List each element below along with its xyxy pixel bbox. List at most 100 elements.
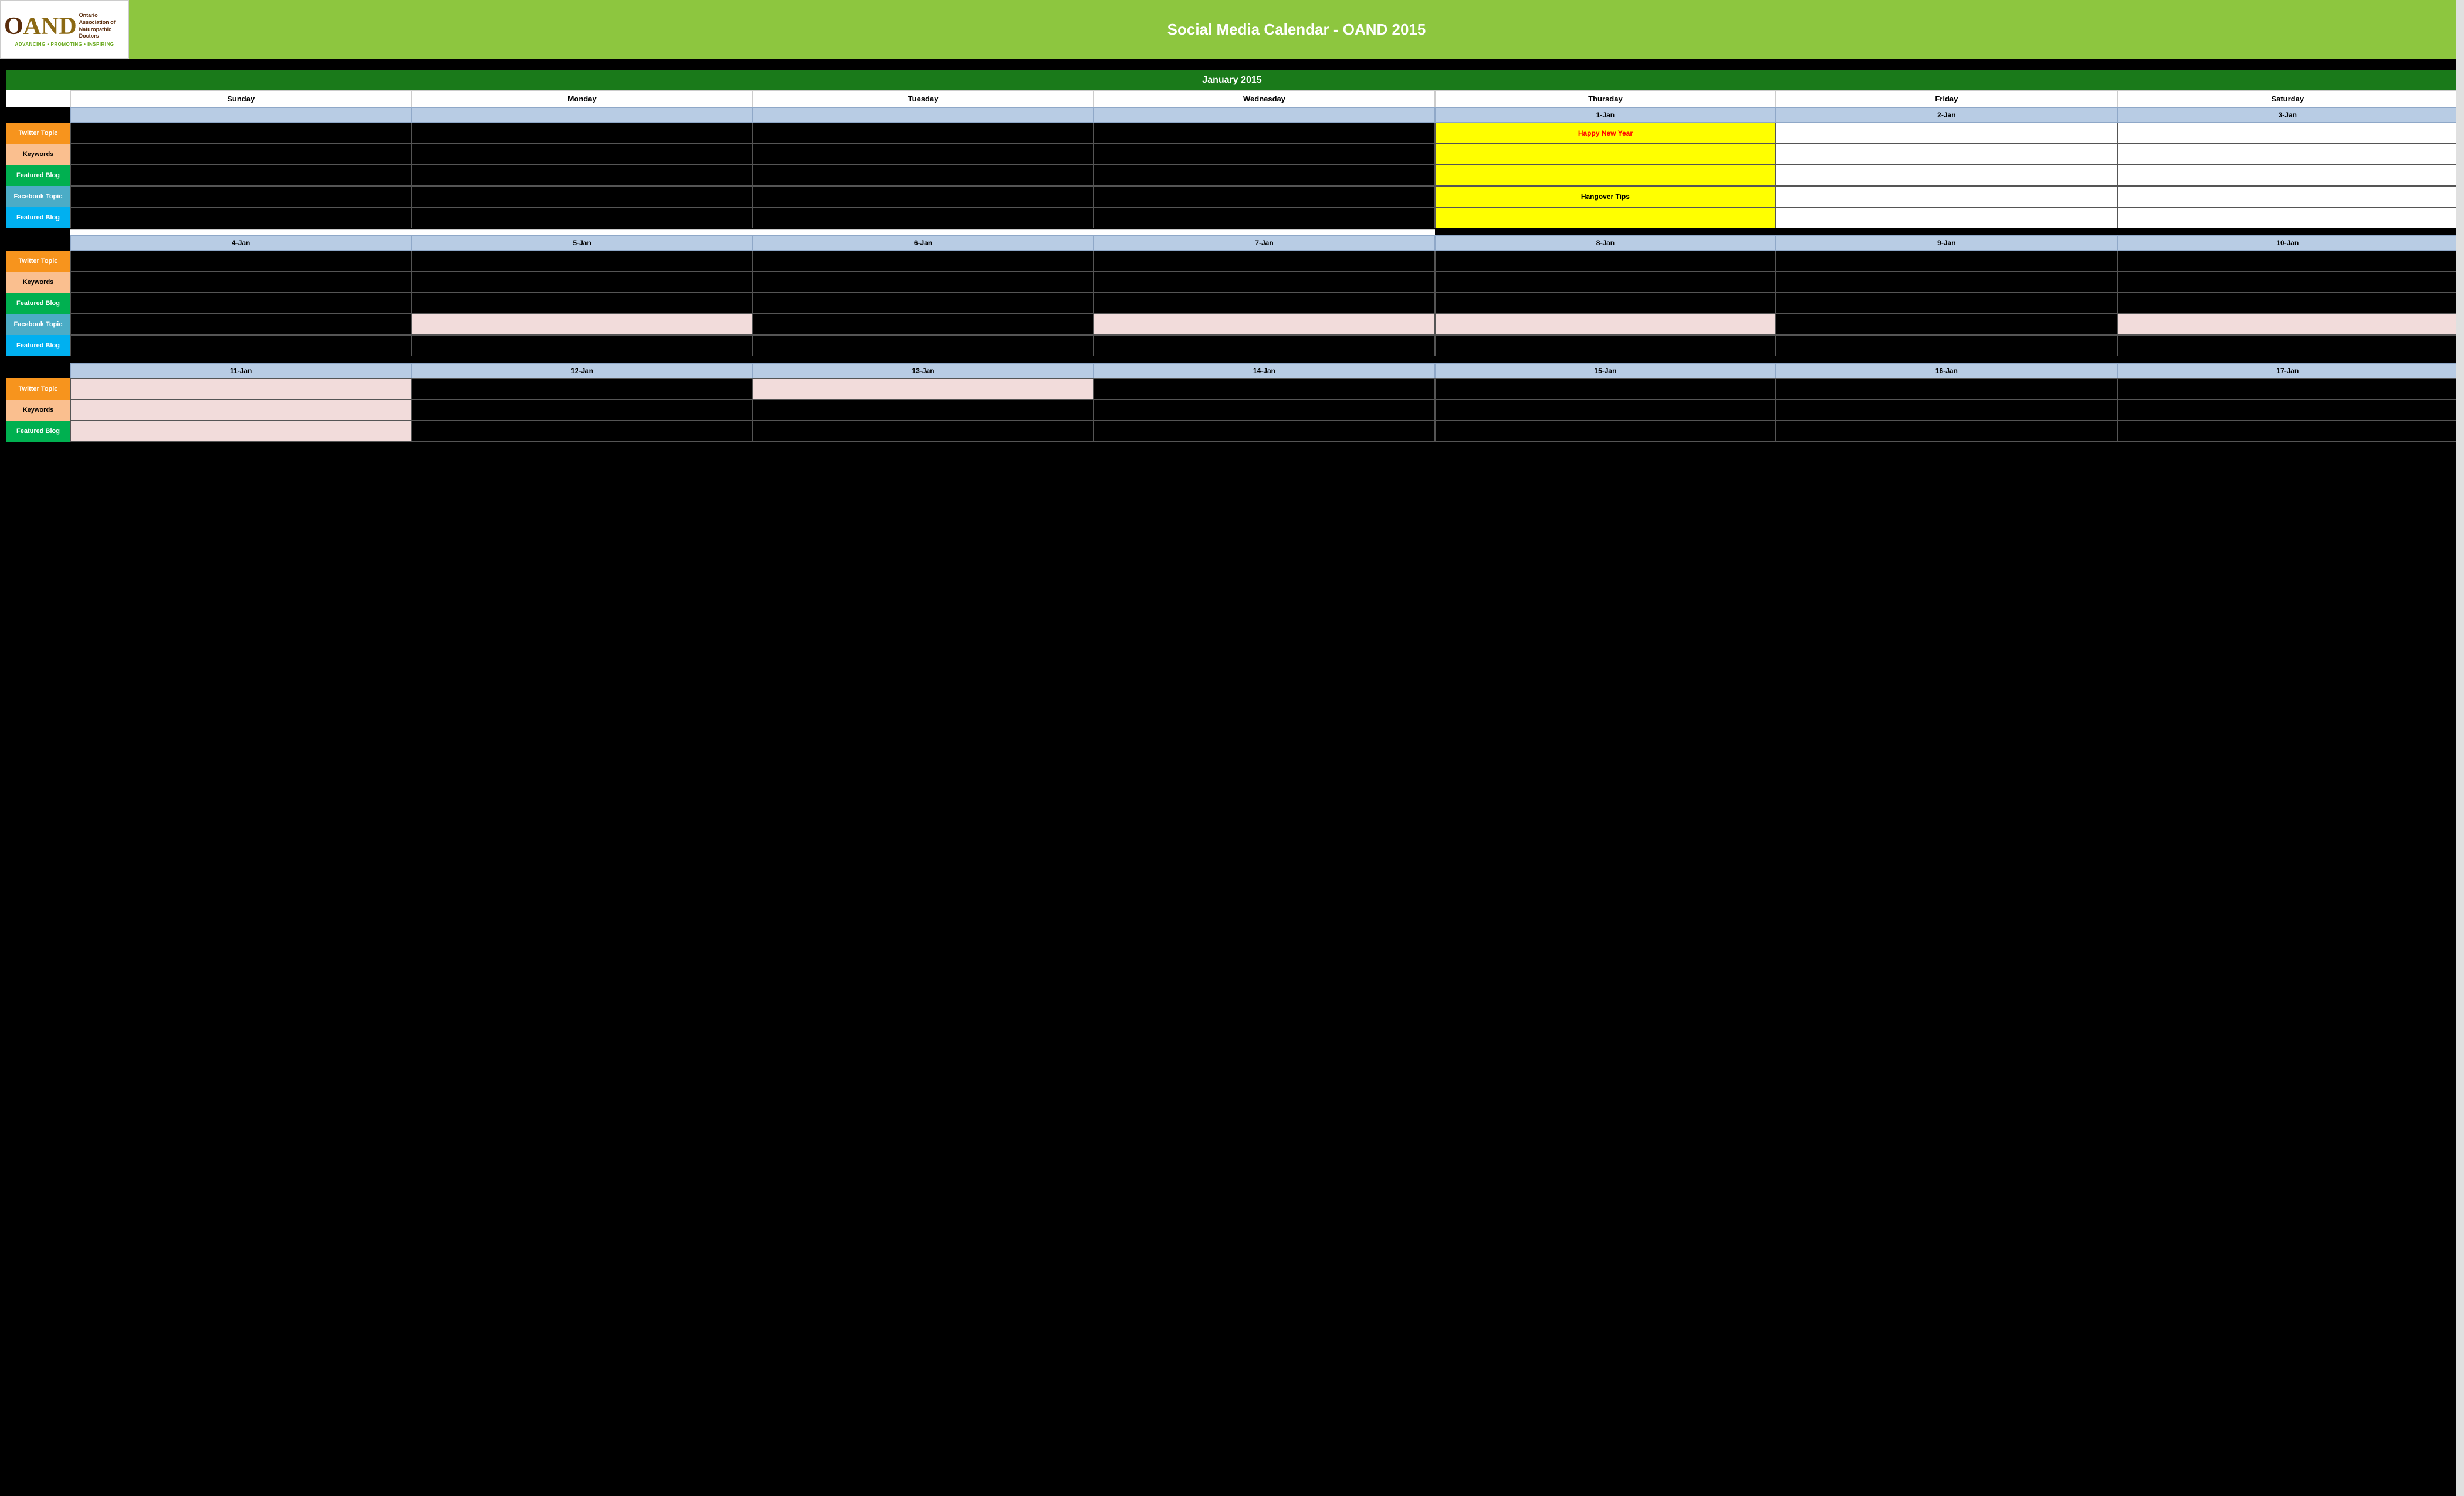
cell-w1-fb-tue xyxy=(753,186,1094,207)
cell-w1-kw-thu xyxy=(1435,144,1776,165)
cell-w2-fb-tue xyxy=(753,314,1094,335)
cell-w2-twitter-wed xyxy=(1094,251,1434,272)
sep-w1-2 xyxy=(411,229,752,235)
calendar: January 2015 Sunday Monday Tuesday Wedne… xyxy=(6,70,2458,442)
cell-w1-fbg-sun xyxy=(70,165,411,186)
week-2: 4-Jan 5-Jan 6-Jan 7-Jan 8-Jan 9-Jan 10-J… xyxy=(6,235,2458,356)
cell-w3-kw-thu xyxy=(1435,400,1776,421)
cell-w2-kw-mon xyxy=(411,272,752,293)
date-cell-w2-fri: 9-Jan xyxy=(1776,235,2117,251)
label-featured-blog-blue-w1: Featured Blog xyxy=(6,207,70,228)
cell-w1-kw-wed xyxy=(1094,144,1434,165)
date-cell-w1-fri: 2-Jan xyxy=(1776,107,2117,123)
cell-w1-kw-fri xyxy=(1776,144,2117,165)
week-2-twitter-row: Twitter Topic xyxy=(6,251,2458,272)
logo-org-name: Ontario Association of Naturopathic Doct… xyxy=(79,12,125,40)
sep2-1 xyxy=(70,357,411,363)
cell-w2-fbg-wed xyxy=(1094,293,1434,314)
date-cell-w3-thu: 15-Jan xyxy=(1435,363,1776,378)
cell-w2-fbg-thu xyxy=(1435,293,1776,314)
cell-w3-kw-fri xyxy=(1776,400,2117,421)
cell-w2-fbg-mon xyxy=(411,293,752,314)
week-2-keywords-row: Keywords xyxy=(6,272,2458,293)
sep-w1-5 xyxy=(1435,229,1776,235)
cell-w2-fb-sun xyxy=(70,314,411,335)
cell-w2-fbb-thu xyxy=(1435,335,1776,356)
date-cell-w2-mon: 5-Jan xyxy=(411,235,752,251)
cell-w2-twitter-mon xyxy=(411,251,752,272)
cell-w2-kw-sun xyxy=(70,272,411,293)
cell-w3-fbg-sat xyxy=(2117,421,2458,442)
cell-w2-fbg-sat xyxy=(2117,293,2458,314)
cell-w1-twitter-thu: Happy New Year xyxy=(1435,123,1776,144)
week-1-date-row: 1-Jan 2-Jan 3-Jan xyxy=(6,107,2458,123)
date-row-spacer-3 xyxy=(6,363,70,378)
cell-w2-fbb-fri xyxy=(1776,335,2117,356)
cell-w1-fbb-wed xyxy=(1094,207,1434,228)
label-keywords-w2: Keywords xyxy=(6,272,70,293)
cell-w1-fb-wed xyxy=(1094,186,1434,207)
cell-w1-fbg-fri xyxy=(1776,165,2117,186)
logo-letters-and: AND xyxy=(23,12,77,40)
header-title-box: Social Media Calendar - OAND 2015 xyxy=(129,0,2464,59)
cell-w3-fbg-fri xyxy=(1776,421,2117,442)
cell-w3-twitter-thu xyxy=(1435,378,1776,400)
logo-letter-o: O xyxy=(4,12,23,40)
date-cell-w1-thu: 1-Jan xyxy=(1435,107,1776,123)
cell-w2-kw-tue xyxy=(753,272,1094,293)
cell-w1-fbb-thu xyxy=(1435,207,1776,228)
label-twitter-topic-w2: Twitter Topic xyxy=(6,251,70,272)
cell-w2-fbg-tue xyxy=(753,293,1094,314)
date-cell-w1-tue xyxy=(753,107,1094,123)
cell-w2-fb-fri xyxy=(1776,314,2117,335)
week-1-featured-blog-blue-row: Featured Blog xyxy=(6,207,2458,228)
week-1: 1-Jan 2-Jan 3-Jan Twitter Topic Happy Ne… xyxy=(6,107,2458,228)
cell-w1-fbb-sun xyxy=(70,207,411,228)
cell-w1-fb-thu: Hangover Tips xyxy=(1435,186,1776,207)
date-cell-w1-sat: 3-Jan xyxy=(2117,107,2458,123)
day-header-monday: Monday xyxy=(411,90,752,107)
label-featured-blog-green-w1: Featured Blog xyxy=(6,165,70,186)
cell-w2-fbg-sun xyxy=(70,293,411,314)
sep-w1-3 xyxy=(753,229,1094,235)
sep2-2 xyxy=(411,357,752,363)
date-cell-w2-wed: 7-Jan xyxy=(1094,235,1434,251)
cell-w2-fbb-sun xyxy=(70,335,411,356)
week-3-keywords-row: Keywords xyxy=(6,400,2458,421)
day-header-sunday: Sunday xyxy=(70,90,411,107)
cell-w1-fbg-tue xyxy=(753,165,1094,186)
sep2-6 xyxy=(1776,357,2117,363)
label-keywords-w3: Keywords xyxy=(6,400,70,421)
label-twitter-topic-w1: Twitter Topic xyxy=(6,123,70,144)
cell-w2-fbb-tue xyxy=(753,335,1094,356)
cell-w3-kw-wed xyxy=(1094,400,1434,421)
day-header-wednesday: Wednesday xyxy=(1094,90,1434,107)
scrollbar[interactable] xyxy=(2456,0,2464,1496)
cell-w3-fbg-wed xyxy=(1094,421,1434,442)
date-row-spacer xyxy=(6,107,70,123)
sep-w1-1 xyxy=(70,229,411,235)
date-cell-w2-sat: 10-Jan xyxy=(2117,235,2458,251)
cell-w1-twitter-wed xyxy=(1094,123,1434,144)
cell-w1-fbg-wed xyxy=(1094,165,1434,186)
cell-w3-fbg-tue xyxy=(753,421,1094,442)
day-header-tuesday: Tuesday xyxy=(753,90,1094,107)
cell-w1-twitter-mon xyxy=(411,123,752,144)
date-cell-w3-sat: 17-Jan xyxy=(2117,363,2458,378)
cell-w2-kw-thu xyxy=(1435,272,1776,293)
month-header: January 2015 xyxy=(6,70,2458,90)
date-cell-w3-fri: 16-Jan xyxy=(1776,363,2117,378)
cell-w2-fbb-sat xyxy=(2117,335,2458,356)
cell-w1-fb-sun xyxy=(70,186,411,207)
cell-w1-fbg-mon xyxy=(411,165,752,186)
cell-w2-twitter-tue xyxy=(753,251,1094,272)
week-3-featured-blog-green-row: Featured Blog xyxy=(6,421,2458,442)
cell-w3-twitter-sun xyxy=(70,378,411,400)
cell-w1-kw-sun xyxy=(70,144,411,165)
day-header-friday: Friday xyxy=(1776,90,2117,107)
cell-w3-twitter-wed xyxy=(1094,378,1434,400)
cell-w2-fb-wed xyxy=(1094,314,1434,335)
day-headers-row: Sunday Monday Tuesday Wednesday Thursday… xyxy=(6,90,2458,107)
cell-w1-fbg-thu xyxy=(1435,165,1776,186)
cell-w1-kw-mon xyxy=(411,144,752,165)
